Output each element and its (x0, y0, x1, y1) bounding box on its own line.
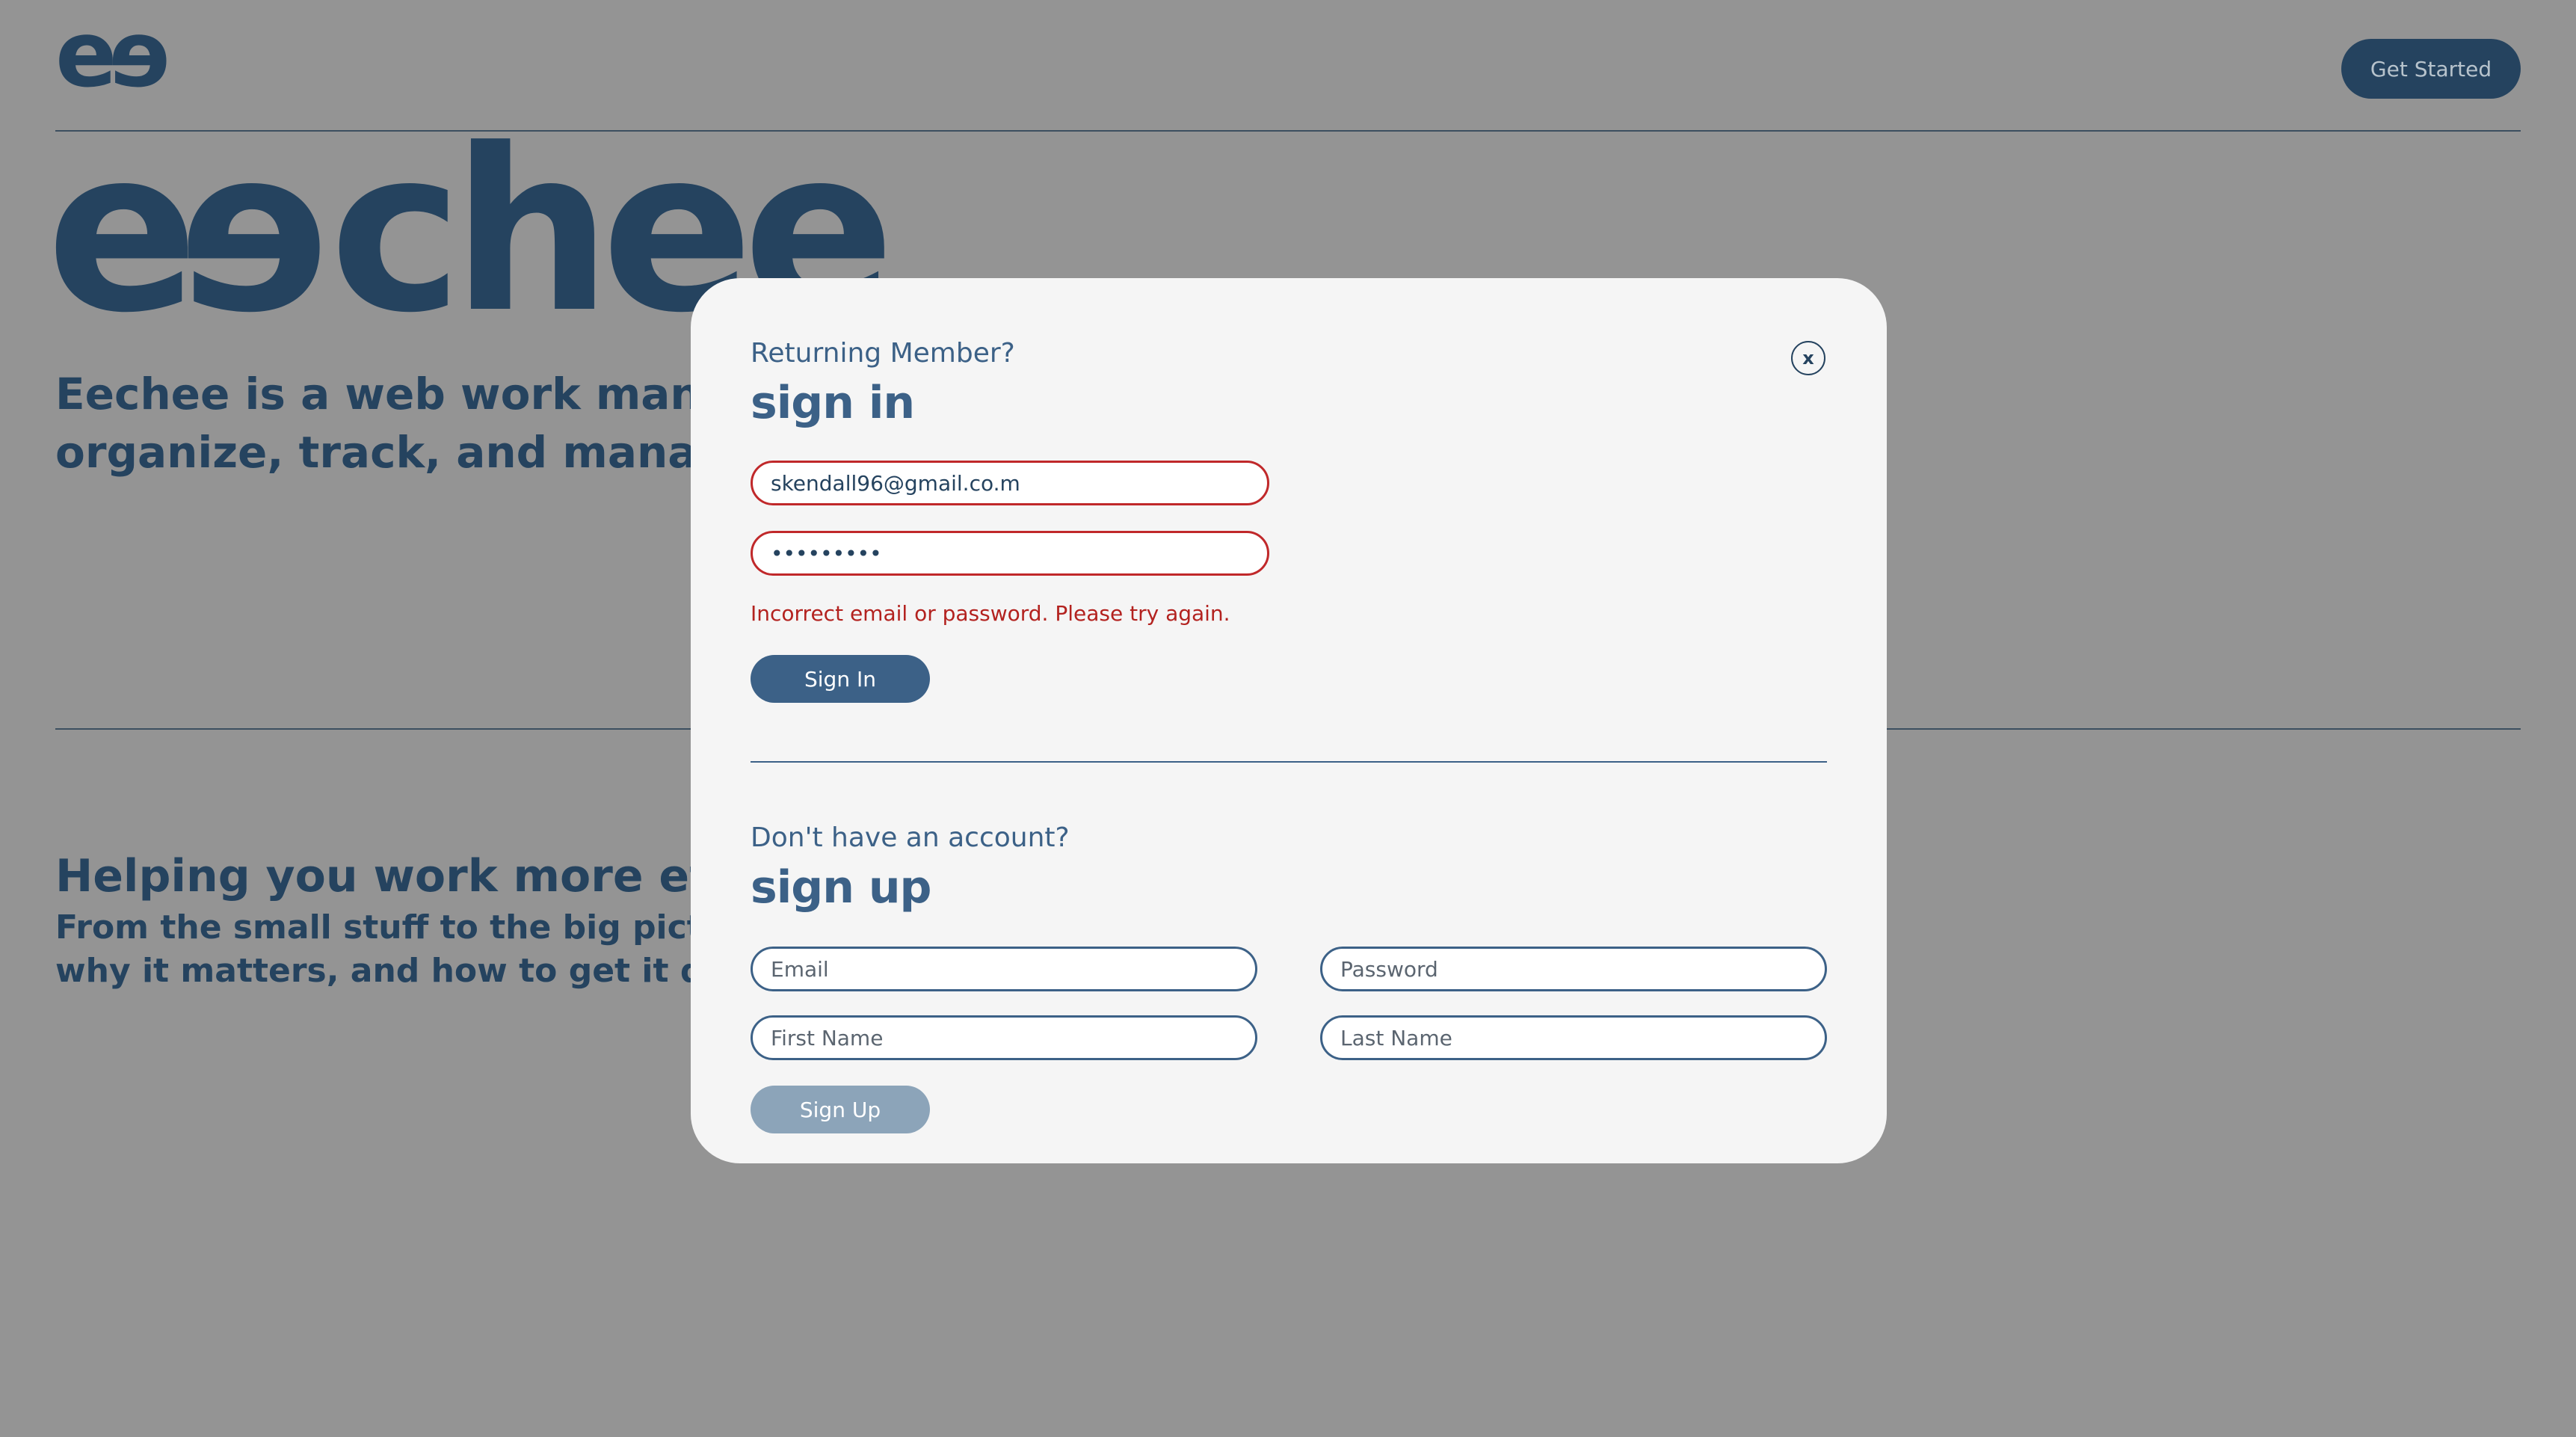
section-body-line-1: From the small stuff to the big picture,… (55, 908, 801, 947)
signup-first-name-input[interactable] (751, 1015, 1257, 1060)
section-body-line-2: why it matters, and how to get it done. (55, 952, 785, 990)
section-body: From the small stuff to the big picture,… (55, 906, 801, 993)
signin-password-input[interactable] (751, 531, 1269, 576)
signup-eyebrow: Don't have an account? (751, 822, 1070, 853)
sign-in-button[interactable]: Sign In (751, 655, 930, 703)
signin-error-message: Incorrect email or password. Please try … (751, 601, 1230, 626)
get-started-button[interactable]: Get Started (2341, 39, 2521, 99)
signup-last-name-input[interactable] (1320, 1015, 1827, 1060)
close-icon[interactable]: x (1791, 341, 1825, 375)
signup-password-input[interactable] (1320, 947, 1827, 991)
signin-eyebrow: Returning Member? (751, 338, 1015, 369)
signin-title: sign in (751, 377, 915, 429)
signup-title: sign up (751, 861, 931, 914)
sign-up-button[interactable]: Sign Up (751, 1086, 930, 1133)
logo[interactable]: ee (55, 1, 170, 108)
signin-email-input[interactable] (751, 461, 1269, 505)
auth-modal: x Returning Member? sign in Incorrect em… (691, 278, 1887, 1163)
signup-email-input[interactable] (751, 947, 1257, 991)
modal-divider (751, 761, 1827, 763)
